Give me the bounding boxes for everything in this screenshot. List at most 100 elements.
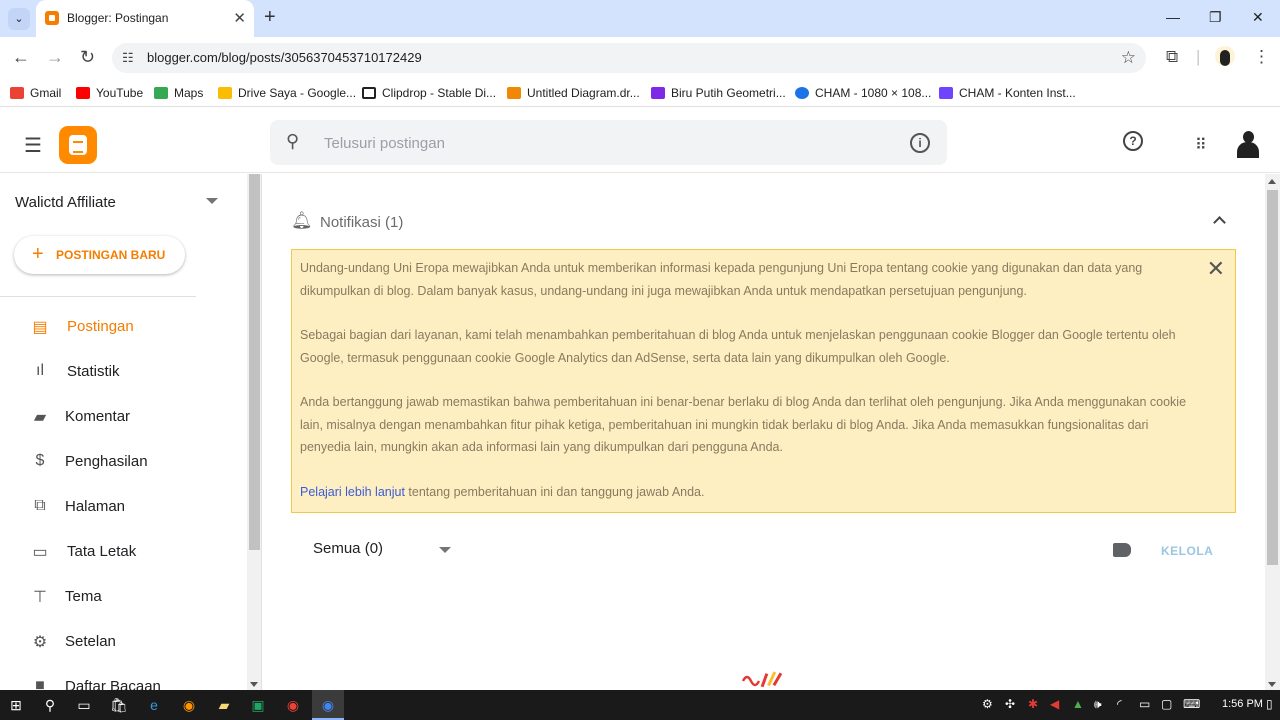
close-icon[interactable]: ✕	[1207, 256, 1225, 282]
profile-avatar-icon[interactable]	[1215, 46, 1235, 66]
account-avatar-icon[interactable]	[1235, 130, 1261, 158]
sidebar-item-tema[interactable]: ⊤ Tema	[0, 574, 247, 619]
sidebar-item-komentar[interactable]: ▰ Komentar	[0, 394, 247, 439]
blog-selector-dropdown-icon[interactable]	[206, 198, 218, 204]
learn-more-link[interactable]: Pelajari lebih lanjut	[300, 485, 405, 499]
restore-icon[interactable]: ❐	[1209, 9, 1222, 26]
tray-speaker-red-icon[interactable]: ◀	[1050, 697, 1059, 711]
back-icon[interactable]: ←	[12, 47, 30, 68]
hamburger-menu-icon[interactable]: ☰	[24, 133, 42, 158]
new-tab-icon[interactable]: +	[264, 6, 276, 29]
bookmark-diagram[interactable]: Untitled Diagram.dr...	[507, 86, 640, 100]
action-center-icon[interactable]: ▯	[1266, 697, 1273, 711]
bookmark-drive[interactable]: Drive Saya - Google...	[218, 86, 356, 100]
sidebar-item-daftar-bacaan[interactable]: ■ Daftar Bacaan	[0, 664, 247, 690]
volume-icon[interactable]: 🕪︎	[1094, 697, 1102, 712]
main-scrollbar[interactable]	[1265, 174, 1280, 690]
blogger-logo-icon[interactable]	[59, 126, 97, 164]
dollar-icon: $	[35, 452, 45, 469]
excel-icon[interactable]: ▣	[249, 696, 267, 714]
address-bar[interactable]: ☷ blogger.com/blog/posts/305637045371017…	[112, 43, 1146, 73]
notice-link-suffix: tentang pemberitahuan ini dan tanggung j…	[404, 485, 705, 499]
chevron-up-icon[interactable]	[1213, 216, 1226, 229]
task-view-icon[interactable]: ▭	[75, 696, 93, 714]
manage-labels-button[interactable]: KELOLA	[1161, 544, 1213, 558]
sidebar-item-statistik[interactable]: ıl Statistik	[0, 349, 247, 394]
tab-search-button[interactable]: ⌄	[8, 8, 30, 30]
theme-icon: ⊤	[33, 589, 47, 606]
bookmark-star-icon[interactable]: ☆	[1121, 48, 1136, 68]
new-post-button[interactable]: + POSTINGAN BARU	[14, 236, 185, 274]
keyboard-icon[interactable]: ⌨	[1183, 697, 1200, 711]
drawio-icon	[507, 87, 521, 99]
plus-icon: +	[32, 243, 44, 265]
bookmark-maps[interactable]: Maps	[154, 86, 203, 100]
store-icon[interactable]: 🛍︎	[110, 696, 128, 714]
post-filter-select[interactable]: Semua (0)	[313, 540, 383, 557]
tray-bug-icon[interactable]: ✱	[1028, 697, 1038, 711]
chrome-active-icon[interactable]: ◉	[319, 696, 337, 714]
wifi-icon[interactable]: ◜	[1117, 697, 1122, 711]
edge-icon[interactable]: e	[145, 696, 163, 714]
blog-selector-label[interactable]: Walictd Affiliate	[15, 194, 116, 211]
chevron-down-icon[interactable]	[439, 547, 451, 553]
taskbar-clock[interactable]: 1:56 PM	[1222, 698, 1263, 710]
tab-close-icon[interactable]: ✕	[233, 9, 246, 27]
notification-header[interactable]: 🔔︎ Notifikasi (1)	[291, 210, 1241, 234]
main-scrollbar-thumb[interactable]	[1267, 190, 1278, 565]
site-info-icon[interactable]: ☷	[122, 50, 134, 66]
forward-icon[interactable]: →	[46, 47, 64, 68]
info-icon[interactable]: i	[910, 133, 930, 153]
sidebar-item-halaman[interactable]: ⧉ Halaman	[0, 484, 247, 529]
sidebar-item-setelan[interactable]: ⚙ Setelan	[0, 619, 247, 664]
url-text[interactable]: blogger.com/blog/posts/30563704537101724…	[147, 50, 422, 65]
minimize-icon[interactable]: —	[1166, 9, 1180, 25]
sidebar-item-penghasilan[interactable]: $ Penghasilan	[0, 439, 247, 484]
sidebar-item-postingan[interactable]: ▤ Postingan	[0, 304, 247, 349]
sidebar-item-label: Komentar	[65, 408, 131, 425]
scroll-down-icon[interactable]	[1268, 682, 1276, 687]
bookmark-canva[interactable]: Biru Putih Geometri...	[651, 86, 786, 100]
bookmark-cham-konten[interactable]: CHAM - Konten Inst...	[939, 86, 1076, 100]
tray-app-icon[interactable]: ⚙	[982, 697, 993, 711]
bookmark-gmail[interactable]: Gmail	[10, 86, 61, 100]
bookmark-clipdrop[interactable]: Clipdrop - Stable Di...	[362, 86, 496, 100]
notice-paragraph: Pelajari lebih lanjut tentang pemberitah…	[300, 481, 1200, 504]
search-input[interactable]	[324, 132, 884, 154]
windows-start-icon[interactable]: ⊞	[7, 696, 25, 714]
chrome-icon[interactable]: ◉	[284, 696, 302, 714]
bell-icon: 🔔︎	[291, 211, 313, 230]
firefox-icon[interactable]: ◉	[180, 696, 198, 714]
notification-chat-icon[interactable]: ▢	[1161, 697, 1172, 711]
browser-menu-icon[interactable]: ⋮	[1253, 47, 1270, 67]
file-explorer-icon[interactable]: ▰	[215, 696, 233, 714]
bookmarks-bar: Gmail YouTube Maps Drive Saya - Google..…	[0, 79, 1280, 107]
bookmark-cham-1080[interactable]: CHAM - 1080 × 108...	[795, 86, 931, 100]
help-icon[interactable]: ?	[1123, 131, 1143, 151]
extensions-icon[interactable]: ⧉	[1166, 47, 1178, 67]
reload-icon[interactable]: ↻	[80, 47, 95, 68]
new-post-label: POSTINGAN BARU	[56, 248, 166, 262]
search-icon[interactable]: ⚲	[286, 131, 299, 152]
notice-paragraph: Sebagai bagian dari layanan, kami telah …	[300, 328, 1176, 365]
scroll-up-icon[interactable]	[1268, 179, 1276, 184]
bookmark-youtube[interactable]: YouTube	[76, 86, 143, 100]
sidebar-item-tata-letak[interactable]: ▭ Tata Letak	[0, 529, 247, 574]
pages-icon: ⧉	[34, 497, 46, 514]
battery-icon[interactable]: ▭	[1139, 697, 1150, 711]
browser-tab-active[interactable]: Blogger: Postingan ✕	[36, 0, 254, 37]
sidebar: Walictd Affiliate + POSTINGAN BARU ▤ Pos…	[0, 174, 247, 690]
sidebar-scroll-down-icon[interactable]	[250, 682, 258, 687]
google-apps-icon[interactable]: ⠿	[1195, 135, 1207, 155]
posts-icon: ▤	[32, 319, 48, 336]
window-close-icon[interactable]: ✕	[1252, 9, 1264, 26]
taskbar-search-icon[interactable]: ⚲	[41, 696, 59, 714]
tray-warning-icon[interactable]: ▲	[1072, 697, 1084, 711]
tray-nvidia-icon[interactable]: ✣	[1005, 697, 1015, 711]
taskbar: ⊞ ⚲ ▭ 🛍︎ e ◉ ▰ ▣ ◉ ◉ ⚙ ✣ ✱ ◀ ▲ 🕪︎ ◜ ▭ ▢ …	[0, 690, 1280, 720]
sidebar-item-label: Statistik	[67, 363, 120, 380]
sidebar-divider	[0, 296, 196, 297]
notice-paragraph: Anda bertanggung jawab memastikan bahwa …	[300, 395, 1187, 454]
sidebar-scrollbar-thumb[interactable]	[249, 174, 260, 550]
sidebar-scrollbar[interactable]	[247, 174, 262, 690]
